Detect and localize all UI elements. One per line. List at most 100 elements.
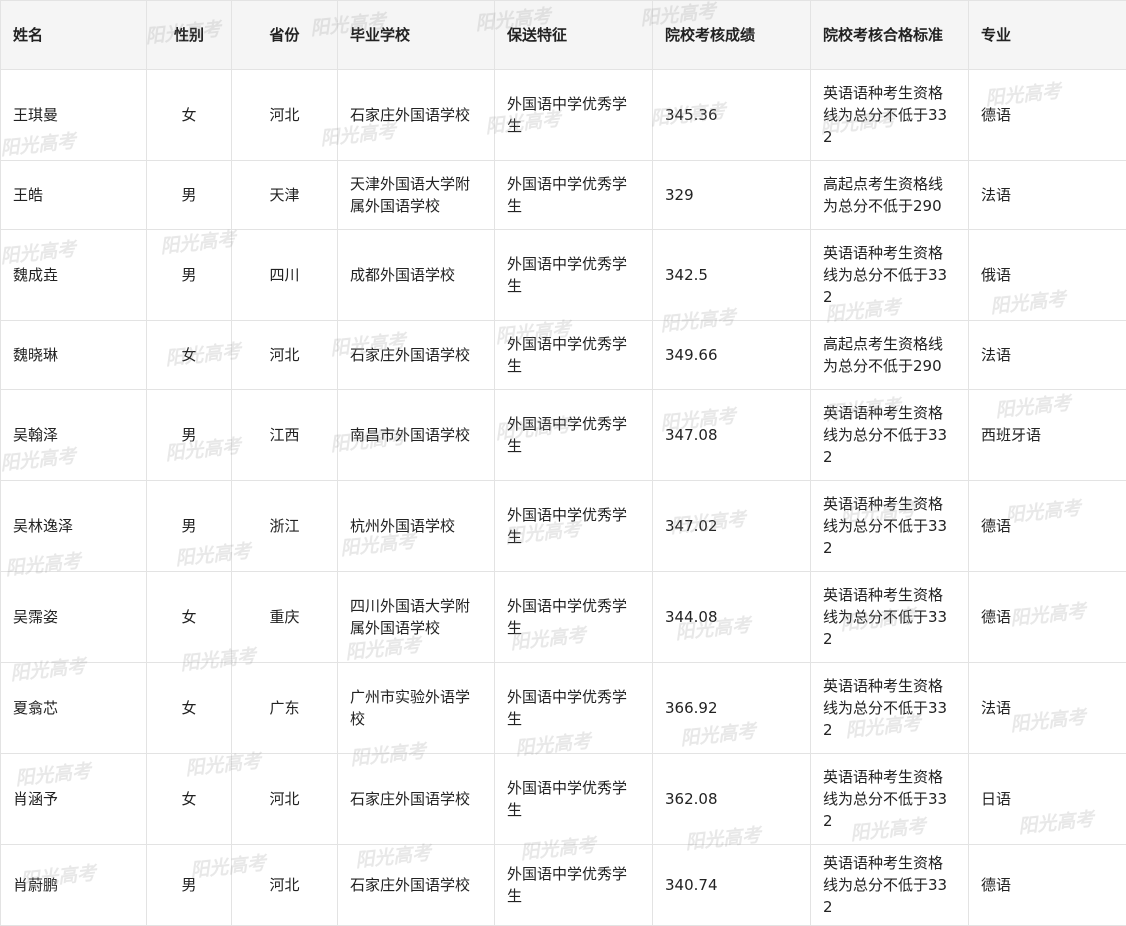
cell-feature: 外国语中学优秀学生	[495, 845, 653, 926]
cell-feature: 外国语中学优秀学生	[495, 321, 653, 390]
cell-gender: 男	[147, 390, 232, 481]
cell-school: 成都外国语学校	[338, 230, 495, 321]
cell-major: 西班牙语	[969, 390, 1126, 481]
cell-major: 德语	[969, 572, 1126, 663]
cell-feature: 外国语中学优秀学生	[495, 481, 653, 572]
cell-major: 日语	[969, 754, 1126, 845]
cell-province: 重庆	[232, 572, 338, 663]
cell-major: 俄语	[969, 230, 1126, 321]
cell-province: 河北	[232, 845, 338, 926]
cell-province: 广东	[232, 663, 338, 754]
cell-school: 石家庄外国语学校	[338, 845, 495, 926]
cell-gender: 女	[147, 572, 232, 663]
cell-school: 南昌市外国语学校	[338, 390, 495, 481]
cell-name: 夏翕芯	[1, 663, 147, 754]
cell-gender: 男	[147, 161, 232, 230]
cell-province: 江西	[232, 390, 338, 481]
cell-name: 吴翰泽	[1, 390, 147, 481]
admission-table: 姓名 性别 省份 毕业学校 保送特征 院校考核成绩 院校考核合格标准 专业 王琪…	[0, 0, 1126, 926]
cell-major: 德语	[969, 481, 1126, 572]
cell-major: 法语	[969, 161, 1126, 230]
cell-major: 法语	[969, 321, 1126, 390]
table-row: 夏翕芯 女 广东 广州市实验外语学校 外国语中学优秀学生 366.92 英语语种…	[1, 663, 1126, 754]
cell-province: 浙江	[232, 481, 338, 572]
header-school: 毕业学校	[338, 1, 495, 70]
cell-score: 349.66	[653, 321, 811, 390]
cell-school: 石家庄外国语学校	[338, 754, 495, 845]
cell-major: 法语	[969, 663, 1126, 754]
cell-standard: 英语语种考生资格线为总分不低于332	[811, 230, 969, 321]
header-score: 院校考核成绩	[653, 1, 811, 70]
cell-score: 366.92	[653, 663, 811, 754]
cell-gender: 男	[147, 481, 232, 572]
table-row: 吴翰泽 男 江西 南昌市外国语学校 外国语中学优秀学生 347.08 英语语种考…	[1, 390, 1126, 481]
table-row: 肖蔚鹏 男 河北 石家庄外国语学校 外国语中学优秀学生 340.74 英语语种考…	[1, 845, 1126, 926]
cell-name: 肖涵予	[1, 754, 147, 845]
table-row: 王琪曼 女 河北 石家庄外国语学校 外国语中学优秀学生 345.36 英语语种考…	[1, 70, 1126, 161]
table-row: 魏成垚 男 四川 成都外国语学校 外国语中学优秀学生 342.5 英语语种考生资…	[1, 230, 1126, 321]
cell-gender: 女	[147, 70, 232, 161]
cell-score: 340.74	[653, 845, 811, 926]
cell-gender: 男	[147, 230, 232, 321]
table-row: 王皓 男 天津 天津外国语大学附属外国语学校 外国语中学优秀学生 329 高起点…	[1, 161, 1126, 230]
cell-standard: 英语语种考生资格线为总分不低于332	[811, 390, 969, 481]
cell-feature: 外国语中学优秀学生	[495, 70, 653, 161]
cell-score: 344.08	[653, 572, 811, 663]
cell-school: 广州市实验外语学校	[338, 663, 495, 754]
cell-feature: 外国语中学优秀学生	[495, 230, 653, 321]
cell-gender: 女	[147, 663, 232, 754]
cell-name: 王琪曼	[1, 70, 147, 161]
cell-gender: 女	[147, 321, 232, 390]
cell-school: 四川外国语大学附属外国语学校	[338, 572, 495, 663]
cell-feature: 外国语中学优秀学生	[495, 572, 653, 663]
cell-school: 杭州外国语学校	[338, 481, 495, 572]
cell-name: 魏成垚	[1, 230, 147, 321]
cell-province: 河北	[232, 754, 338, 845]
cell-score: 345.36	[653, 70, 811, 161]
cell-standard: 高起点考生资格线为总分不低于290	[811, 161, 969, 230]
cell-feature: 外国语中学优秀学生	[495, 754, 653, 845]
header-gender: 性别	[147, 1, 232, 70]
table-row: 吴霈姿 女 重庆 四川外国语大学附属外国语学校 外国语中学优秀学生 344.08…	[1, 572, 1126, 663]
cell-score: 362.08	[653, 754, 811, 845]
header-major: 专业	[969, 1, 1126, 70]
header-name: 姓名	[1, 1, 147, 70]
cell-school: 天津外国语大学附属外国语学校	[338, 161, 495, 230]
header-province: 省份	[232, 1, 338, 70]
cell-province: 四川	[232, 230, 338, 321]
cell-feature: 外国语中学优秀学生	[495, 663, 653, 754]
cell-name: 肖蔚鹏	[1, 845, 147, 926]
cell-name: 王皓	[1, 161, 147, 230]
cell-standard: 英语语种考生资格线为总分不低于332	[811, 754, 969, 845]
header-feature: 保送特征	[495, 1, 653, 70]
cell-standard: 英语语种考生资格线为总分不低于332	[811, 70, 969, 161]
cell-major: 德语	[969, 70, 1126, 161]
cell-province: 河北	[232, 321, 338, 390]
cell-standard: 英语语种考生资格线为总分不低于332	[811, 572, 969, 663]
cell-standard: 英语语种考生资格线为总分不低于332	[811, 663, 969, 754]
cell-standard: 英语语种考生资格线为总分不低于332	[811, 481, 969, 572]
cell-name: 吴林逸泽	[1, 481, 147, 572]
cell-standard: 英语语种考生资格线为总分不低于332	[811, 845, 969, 926]
cell-score: 347.02	[653, 481, 811, 572]
header-standard: 院校考核合格标准	[811, 1, 969, 70]
cell-name: 吴霈姿	[1, 572, 147, 663]
cell-feature: 外国语中学优秀学生	[495, 390, 653, 481]
table-header-row: 姓名 性别 省份 毕业学校 保送特征 院校考核成绩 院校考核合格标准 专业	[1, 1, 1126, 70]
cell-major: 德语	[969, 845, 1126, 926]
cell-score: 329	[653, 161, 811, 230]
cell-province: 河北	[232, 70, 338, 161]
cell-province: 天津	[232, 161, 338, 230]
cell-feature: 外国语中学优秀学生	[495, 161, 653, 230]
cell-school: 石家庄外国语学校	[338, 70, 495, 161]
table-row: 吴林逸泽 男 浙江 杭州外国语学校 外国语中学优秀学生 347.02 英语语种考…	[1, 481, 1126, 572]
cell-gender: 男	[147, 845, 232, 926]
cell-score: 347.08	[653, 390, 811, 481]
table-row: 肖涵予 女 河北 石家庄外国语学校 外国语中学优秀学生 362.08 英语语种考…	[1, 754, 1126, 845]
cell-school: 石家庄外国语学校	[338, 321, 495, 390]
cell-standard: 高起点考生资格线为总分不低于290	[811, 321, 969, 390]
cell-score: 342.5	[653, 230, 811, 321]
cell-gender: 女	[147, 754, 232, 845]
table-row: 魏晓琳 女 河北 石家庄外国语学校 外国语中学优秀学生 349.66 高起点考生…	[1, 321, 1126, 390]
cell-name: 魏晓琳	[1, 321, 147, 390]
